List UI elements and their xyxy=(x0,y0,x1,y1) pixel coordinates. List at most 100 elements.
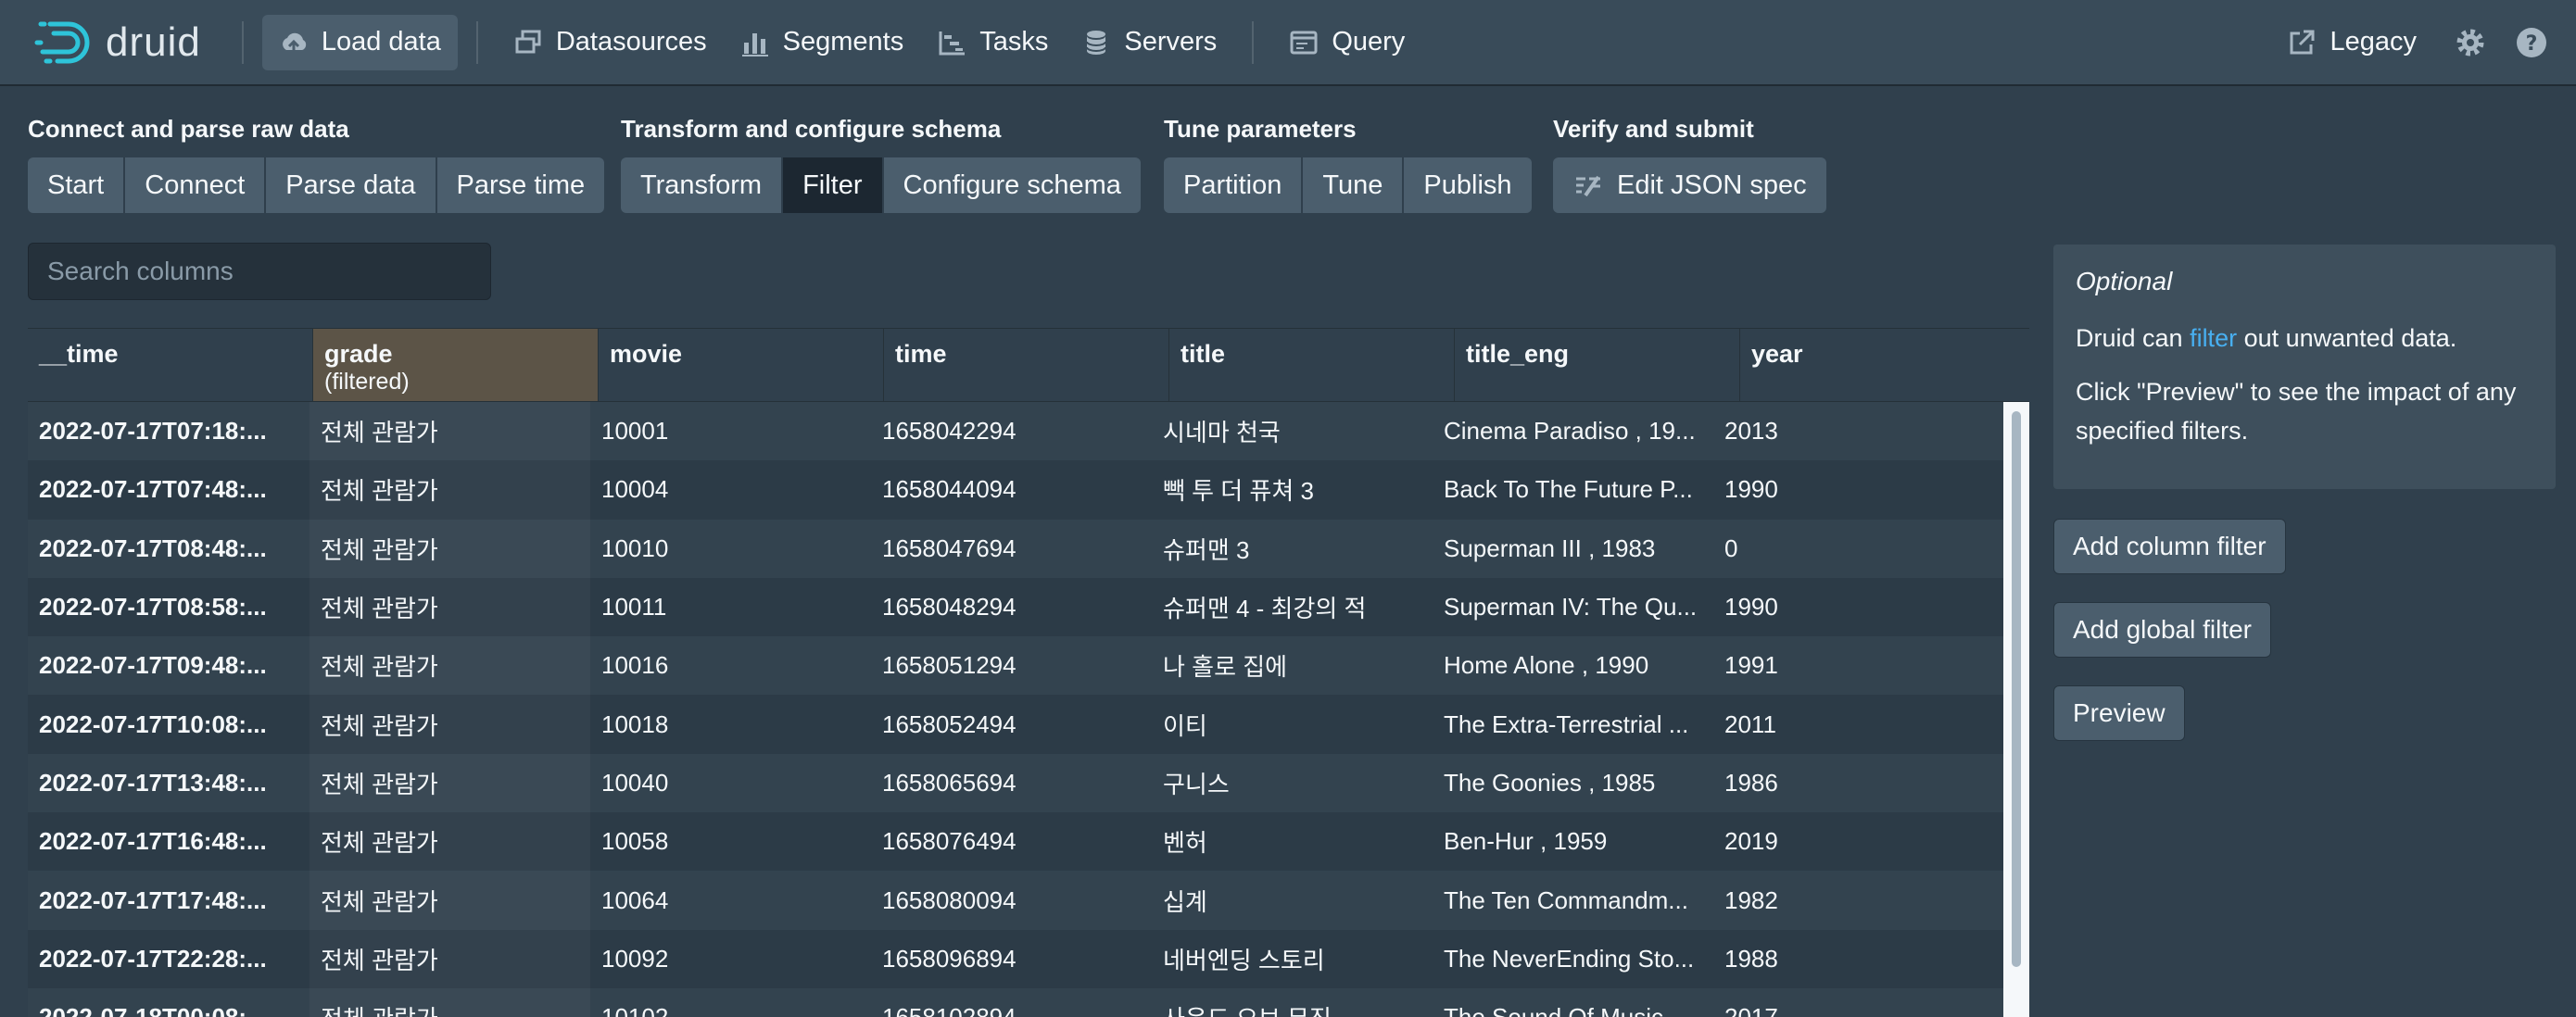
table-cell: 10058 xyxy=(601,827,669,856)
table-cell: 1658080094 xyxy=(882,885,1017,914)
table-cell: 2022-07-17T13:48:... xyxy=(39,768,267,797)
table-cell: 벤허 xyxy=(1163,829,1207,858)
column-header-time[interactable]: __time xyxy=(28,329,313,401)
table-cell: 10064 xyxy=(601,885,669,914)
nav-legacy[interactable]: Legacy xyxy=(2270,15,2433,70)
table-cell: 2022-07-17T07:18:... xyxy=(39,417,267,446)
search-columns-input[interactable] xyxy=(28,243,491,300)
preview-button[interactable]: Preview xyxy=(2053,685,2185,741)
column-header-title-eng[interactable]: title_eng xyxy=(1455,329,1740,401)
preview-hint: Click "Preview" to see the impact of any… xyxy=(2076,378,2517,445)
stacked-chart-icon xyxy=(741,32,768,56)
column-header-year[interactable]: year xyxy=(1740,329,2029,401)
nav-tasks[interactable]: Tasks xyxy=(920,15,1065,70)
filter-docs-link[interactable]: filter xyxy=(2190,324,2237,352)
column-header-label: title xyxy=(1181,340,1226,368)
table-cell: 2022-07-17T16:48:... xyxy=(39,827,267,856)
nav-query[interactable]: Query xyxy=(1272,15,1421,70)
table-cell: 1658048294 xyxy=(882,593,1017,622)
step-transform[interactable]: Transform xyxy=(621,157,784,213)
table-row: 2022-07-17T10:08:... 전체 관람가 10018 165805249… xyxy=(28,695,2029,754)
share-icon xyxy=(2290,30,2315,54)
table-cell: 2013 xyxy=(1724,417,1778,446)
app-name: druid xyxy=(106,19,201,65)
svg-text:?: ? xyxy=(2526,32,2538,56)
scrollbar-thumb[interactable] xyxy=(2012,411,2021,967)
column-header-label: year xyxy=(1751,340,1803,368)
step-configure-schema[interactable]: Configure schema xyxy=(883,157,1141,213)
step-connect[interactable]: Connect xyxy=(125,157,267,213)
transform-step-group: Transform and configure schema Transform… xyxy=(621,115,1141,213)
table-cell: 시네마 천국 xyxy=(1163,419,1281,447)
table-cell: 전체 관람가 xyxy=(309,988,590,1017)
step-edit-json-spec[interactable]: Edit JSON spec xyxy=(1553,157,1826,213)
table-cell: 1658042294 xyxy=(882,417,1017,446)
table-cell: 전체 관람가 xyxy=(309,460,590,519)
step-filter[interactable]: Filter xyxy=(783,157,884,213)
table-cell: 슈퍼맨 4 - 최강의 적 xyxy=(1163,595,1367,623)
table-cell: 1991 xyxy=(1724,651,1778,680)
table-scrollbar[interactable] xyxy=(2003,402,2029,1017)
table-cell: 2011 xyxy=(1724,709,1776,738)
table-cell: 10092 xyxy=(601,944,669,973)
column-header-label: grade xyxy=(324,340,393,368)
table-cell: 전체 관람가 xyxy=(309,754,590,812)
table-cell: 10102 xyxy=(590,988,871,1017)
column-header-title[interactable]: title xyxy=(1169,329,1455,401)
nav-segments-label: Segments xyxy=(782,27,904,56)
add-column-filter-button[interactable]: Add column filter xyxy=(2053,519,2286,574)
step-start[interactable]: Start xyxy=(28,157,126,213)
nav-load-data[interactable]: Load data xyxy=(261,14,458,70)
table-row: 2022-07-17T16:48:... 전체 관람가 10058 165807649… xyxy=(28,812,2029,872)
table-row: 2022-07-17T08:48:... 전체 관람가 10010 165804769… xyxy=(28,519,2029,578)
database-icon xyxy=(1086,30,1107,55)
tune-group-title: Tune parameters xyxy=(1164,115,1357,143)
nav-divider xyxy=(1252,20,1255,64)
help-button[interactable]: ? xyxy=(2507,19,2556,67)
step-tune[interactable]: Tune xyxy=(1303,157,1405,213)
table-row: 2022-07-17T17:48:... 전체 관람가 10064 165808009… xyxy=(28,871,2029,930)
table-cell: 2022-07-17T08:58:... xyxy=(39,593,267,622)
step-parse-data[interactable]: Parse data xyxy=(266,157,437,213)
nav-divider xyxy=(475,20,478,64)
table-cell: The NeverEnding Sto... xyxy=(1444,944,1695,973)
table-cell: Superman IV: The Qu... xyxy=(1444,593,1698,622)
table-cell: 2022-07-17T17:48:... xyxy=(39,885,267,914)
table-cell: The Sound Of Music ... xyxy=(1433,988,1713,1017)
edit-json-icon xyxy=(1576,175,1600,197)
table-cell: 10011 xyxy=(601,593,667,622)
settings-button[interactable] xyxy=(2446,19,2494,67)
table-cell: 사운드 오브 뮤직 xyxy=(1152,988,1433,1017)
table-cell: 2022-07-17T07:48:... xyxy=(39,475,267,504)
table-cell: 2022-07-18T00:08:... xyxy=(28,988,309,1017)
add-global-filter-button[interactable]: Add global filter xyxy=(2053,602,2272,658)
table-cell: 1988 xyxy=(1724,944,1778,973)
step-publish[interactable]: Publish xyxy=(1404,157,1532,213)
table-cell: 1986 xyxy=(1724,768,1778,797)
verify-step-group: Verify and submit Edit JSON spec xyxy=(1553,115,1826,213)
gear-icon xyxy=(2456,29,2484,56)
column-header-time[interactable]: time xyxy=(884,329,1169,401)
step-partition[interactable]: Partition xyxy=(1164,157,1304,213)
table-row: 2022-07-17T07:18:... 전체 관람가 10001 165804229… xyxy=(28,402,2029,461)
table-cell: 10001 xyxy=(601,417,669,446)
table-body: 2022-07-17T07:18:... 전체 관람가 10001 165804229… xyxy=(28,402,2029,1017)
table-row: 2022-07-17T09:48:... 전체 관람가 10016 165805129… xyxy=(28,636,2029,696)
nav-segments[interactable]: Segments xyxy=(724,15,921,70)
step-parse-time[interactable]: Parse time xyxy=(436,157,605,213)
table-cell: 1658052494 xyxy=(882,709,1017,738)
table-cell: The Goonies , 1985 xyxy=(1444,768,1656,797)
transform-group-title: Transform and configure schema xyxy=(621,115,1002,143)
column-header-grade[interactable]: grade (filtered) xyxy=(313,329,599,401)
column-header-movie[interactable]: movie xyxy=(599,329,884,401)
nav-datasources[interactable]: Datasources xyxy=(497,15,724,70)
druid-logo[interactable]: druid xyxy=(33,19,201,67)
column-header-label: movie xyxy=(610,340,683,368)
nav-tasks-label: Tasks xyxy=(979,27,1049,56)
table-row: 2022-07-17T08:58:... 전체 관람가 10011 165804829… xyxy=(28,577,2029,637)
tune-step-group: Tune parameters Partition Tune Publish xyxy=(1164,115,1532,213)
table-row: 2022-07-17T07:48:... 전체 관람가 10004 165804409… xyxy=(28,460,2029,520)
nav-servers[interactable]: Servers xyxy=(1065,15,1233,70)
filter-desc-text: Druid can xyxy=(2076,324,2191,352)
nav-right-group: Legacy ? xyxy=(2270,15,2556,70)
